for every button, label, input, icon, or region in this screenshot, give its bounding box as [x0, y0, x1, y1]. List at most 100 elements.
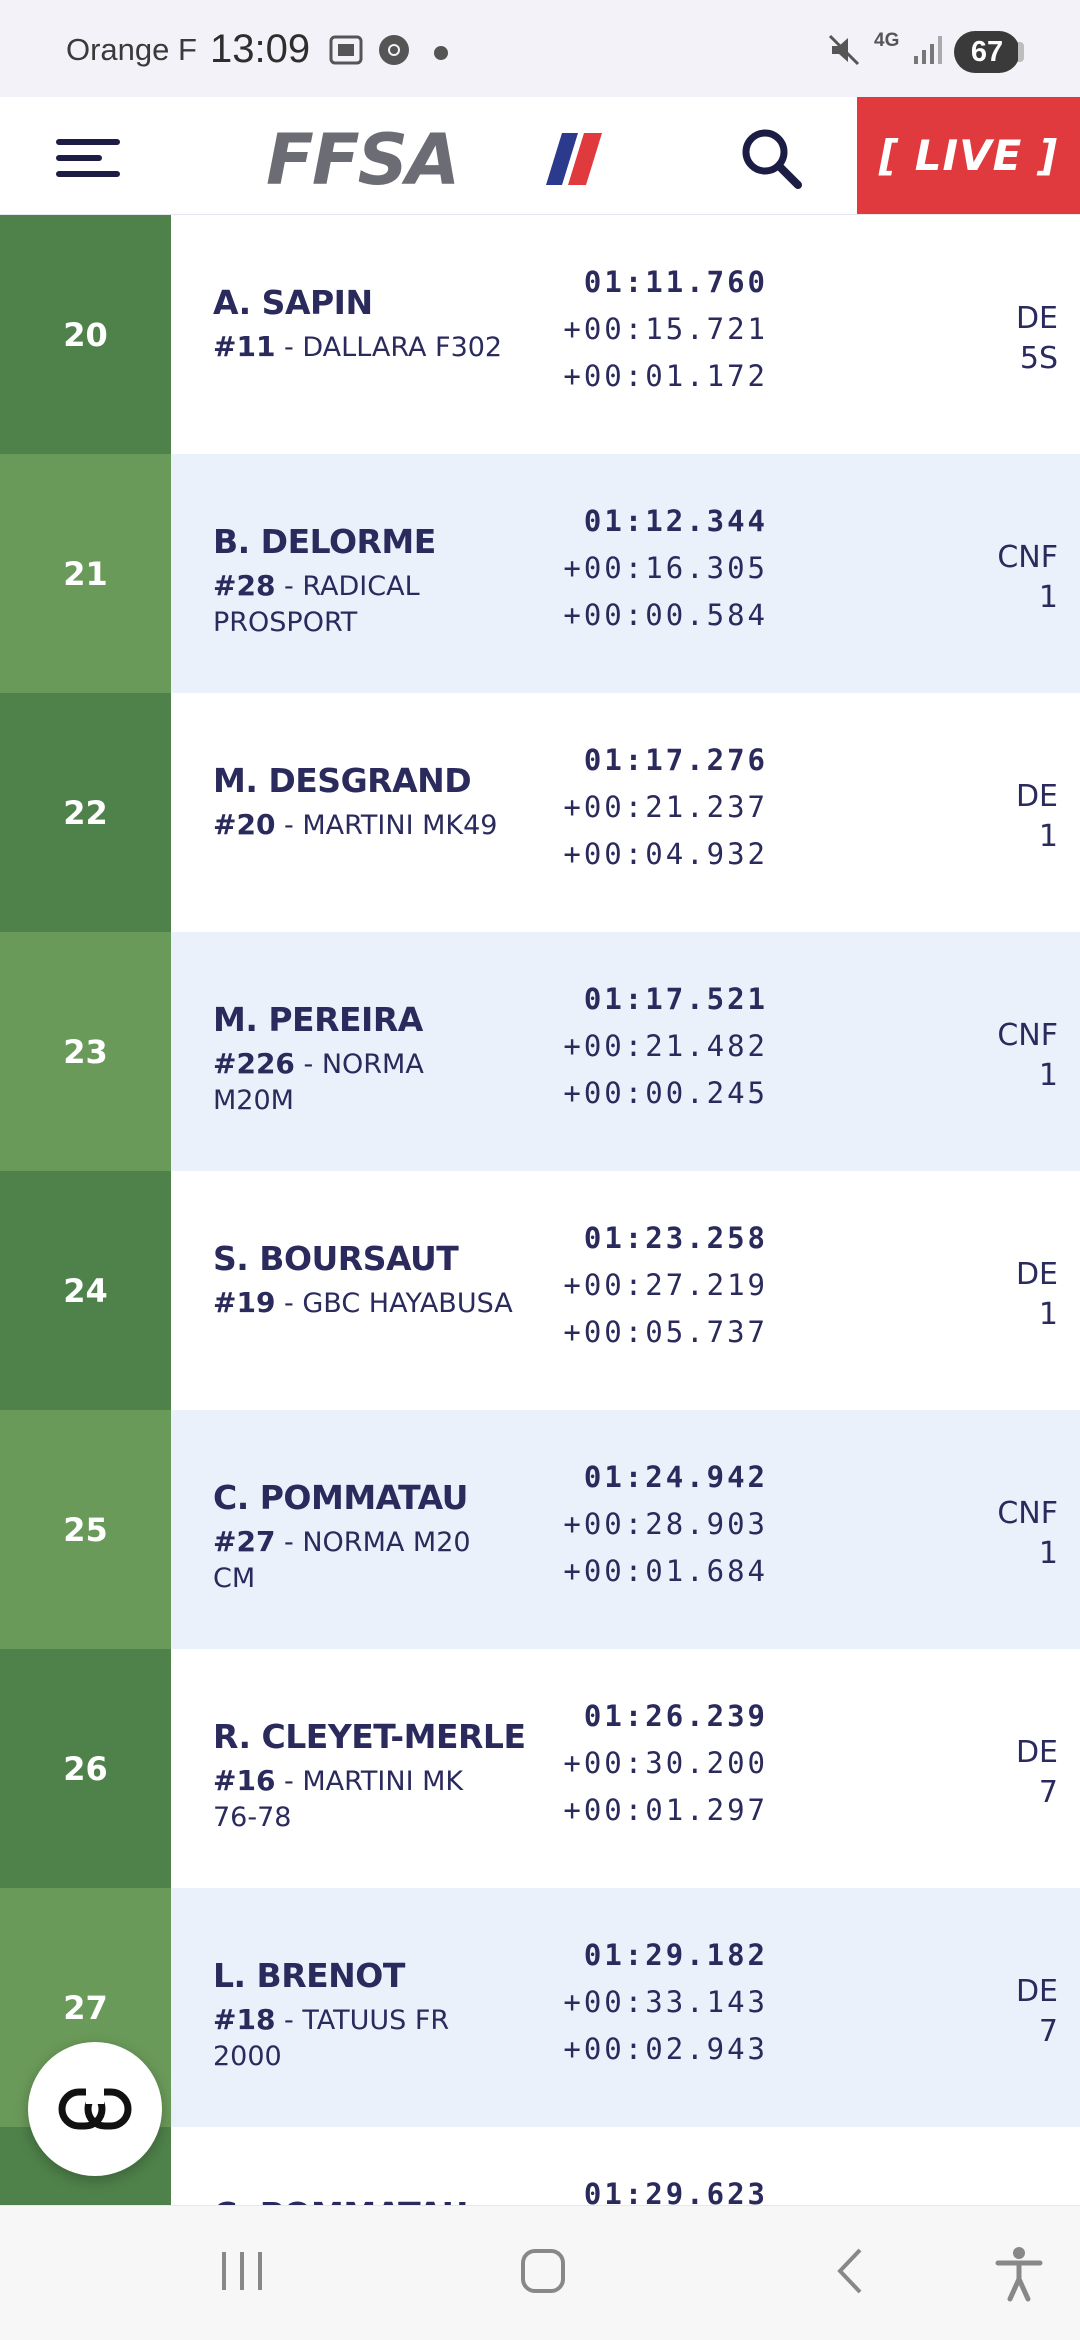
- accessibility-icon[interactable]: [994, 2246, 1044, 2306]
- car-model: DALLARA F302: [302, 332, 503, 363]
- class-label: 7: [1038, 2014, 1058, 2049]
- interval-time: +00:01.684: [563, 1554, 768, 1588]
- class-label: 1: [1038, 1297, 1058, 1332]
- gap-time: +00:16.305: [563, 551, 768, 585]
- car-number: #27: [213, 1525, 276, 1558]
- car-number: #226: [213, 1047, 295, 1080]
- logo-text: FFSA: [266, 127, 458, 191]
- interval-time: +00:01.172: [563, 359, 768, 393]
- gap-time: +00:15.721: [563, 312, 768, 346]
- interval-time: +00:00.584: [563, 598, 768, 632]
- car-info: #28 - RADICAL PROSPORT: [213, 569, 420, 638]
- class-label: 5S: [1019, 341, 1058, 376]
- recent-apps-icon[interactable]: [218, 2246, 268, 2300]
- search-icon[interactable]: [738, 125, 804, 191]
- result-row[interactable]: 22 M. DESGRAND #20 - MARTINI MK49 01:17.…: [0, 693, 1080, 932]
- car-number: #28: [213, 569, 276, 602]
- interval-time: +00:02.943: [563, 2032, 768, 2066]
- gap-time: +00:33.143: [563, 1985, 768, 2019]
- result-row[interactable]: 24 S. BOURSAUT #19 - GBC HAYABUSA 01:23.…: [0, 1171, 1080, 1410]
- ffsa-logo[interactable]: FFSA: [262, 119, 602, 201]
- position-cell: 20: [0, 215, 171, 454]
- car-number: #11: [213, 330, 276, 363]
- menu-icon[interactable]: [56, 139, 122, 179]
- position-cell: 23: [0, 932, 171, 1171]
- position-cell: 26: [0, 1649, 171, 1888]
- lap-times: 01:23.258 +00:27.219 +00:05.737: [548, 1215, 768, 1356]
- gap-time: +00:21.482: [563, 1029, 768, 1063]
- gap-time: +00:27.219: [563, 1268, 768, 1302]
- signal-icon: [912, 32, 944, 72]
- battery-tip: [1018, 42, 1024, 62]
- best-time: 01:24.942: [583, 1460, 768, 1494]
- app-header: FFSA [ LIVE ]: [0, 97, 1080, 215]
- driver-name: S. BOURSAUT: [213, 1239, 459, 1278]
- position-cell: 25: [0, 1410, 171, 1649]
- notification-dot-icon: [434, 46, 448, 60]
- best-time: 01:23.258: [583, 1221, 768, 1255]
- category-label: DE: [1015, 779, 1058, 814]
- driver-name: C. POMMATAU: [213, 1478, 468, 1517]
- position-cell: 22: [0, 693, 171, 932]
- lap-times: 01:26.239 +00:30.200 +00:01.297: [548, 1693, 768, 1834]
- link-fab-button[interactable]: [28, 2042, 162, 2176]
- clock: 13:09: [210, 27, 311, 71]
- class-label: 7: [1038, 1775, 1058, 1810]
- screenshot-icon: [328, 32, 364, 72]
- battery-icon: 67: [954, 31, 1020, 73]
- best-time: 01:17.521: [583, 982, 768, 1016]
- class-label: 1: [1038, 1536, 1058, 1571]
- category-cell: DE 7: [1016, 1733, 1058, 1813]
- result-row[interactable]: 23 M. PEREIRA #226 - NORMA M20M 01:17.52…: [0, 932, 1080, 1171]
- gap-time: +00:30.200: [563, 1746, 768, 1780]
- category-cell: DE 7: [1016, 1972, 1058, 2052]
- lap-times: 01:29.182 +00:33.143 +00:02.943: [548, 1932, 768, 2073]
- lap-times: 01:17.521 +00:21.482 +00:00.245: [548, 976, 768, 1117]
- class-label: 1: [1038, 819, 1058, 854]
- driver-name: L. BRENOT: [213, 1956, 405, 1995]
- result-row[interactable]: 26 R. CLEYET-MERLE #16 - MARTINI MK 76-7…: [0, 1649, 1080, 1888]
- category-cell: DE 1: [1016, 777, 1058, 857]
- lap-times: 01:12.344 +00:16.305 +00:00.584: [548, 498, 768, 639]
- result-row[interactable]: 25 C. POMMATAU #27 - NORMA M20 CM 01:24.…: [0, 1410, 1080, 1649]
- category-cell: CNF 1: [997, 1494, 1058, 1574]
- system-nav-bar: [0, 2205, 1080, 2340]
- category-label: DE: [1015, 1974, 1058, 2009]
- back-icon[interactable]: [826, 2246, 876, 2300]
- category-label: CNF: [997, 540, 1058, 575]
- chrome-icon: [376, 32, 412, 72]
- best-time: 01:26.239: [583, 1699, 768, 1733]
- home-icon[interactable]: [518, 2246, 568, 2300]
- driver-name: A. SAPIN: [213, 283, 373, 322]
- live-button[interactable]: [ LIVE ]: [857, 97, 1080, 214]
- category-label: CNF: [997, 1018, 1058, 1053]
- result-row[interactable]: 21 B. DELORME #28 - RADICAL PROSPORT 01:…: [0, 454, 1080, 693]
- network-4g-icon: 4G: [874, 30, 900, 51]
- carrier-label: Orange F: [66, 32, 197, 67]
- category-cell: DE 1: [1016, 1255, 1058, 1335]
- category-label: CNF: [997, 1496, 1058, 1531]
- results-list[interactable]: 20 A. SAPIN #11 - DALLARA F302 01:11.760…: [0, 215, 1080, 2245]
- interval-time: +00:04.932: [563, 837, 768, 871]
- car-info: #27 - NORMA M20 CM: [213, 1525, 471, 1594]
- driver-name: M. DESGRAND: [213, 761, 472, 800]
- best-time: 01:29.182: [583, 1938, 768, 1972]
- category-cell: CNF 1: [997, 538, 1058, 618]
- link-icon: [58, 2088, 132, 2130]
- car-info: #226 - NORMA M20M: [213, 1047, 424, 1116]
- car-number: #18: [213, 2003, 276, 2036]
- result-row[interactable]: 20 A. SAPIN #11 - DALLARA F302 01:11.760…: [0, 215, 1080, 454]
- car-model: MARTINI MK49: [302, 810, 498, 841]
- best-time: 01:17.276: [583, 743, 768, 777]
- status-bar: Orange F 13:09 4G 67: [0, 0, 1080, 97]
- car-info: #19 - GBC HAYABUSA: [213, 1286, 513, 1319]
- gap-time: +00:21.237: [563, 790, 768, 824]
- best-time: 01:12.344: [583, 504, 768, 538]
- result-row[interactable]: 27 L. BRENOT #18 - TATUUS FR 2000 01:29.…: [0, 1888, 1080, 2127]
- category-cell: CNF 1: [997, 1016, 1058, 1096]
- class-label: 1: [1038, 1058, 1058, 1093]
- lap-times: 01:24.942 +00:28.903 +00:01.684: [548, 1454, 768, 1595]
- position-cell: 21: [0, 454, 171, 693]
- class-label: 1: [1038, 580, 1058, 615]
- driver-name: M. PEREIRA: [213, 1000, 423, 1039]
